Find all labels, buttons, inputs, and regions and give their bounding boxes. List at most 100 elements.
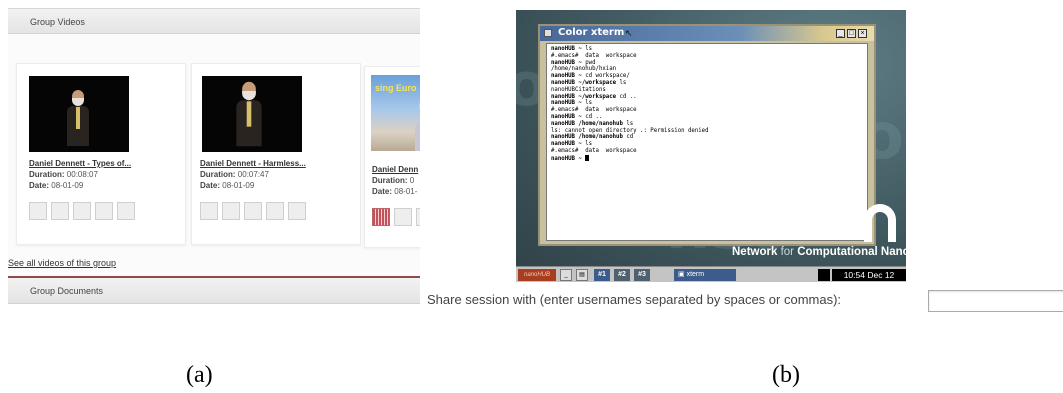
terminal-prompt: nanoHUB ~ [551, 100, 582, 107]
terminal-line: #.emacs# data workspace [551, 148, 863, 155]
terminal-text: pwd [581, 59, 596, 66]
minimize-all-icon[interactable]: _ [560, 269, 572, 281]
video-thumbnail[interactable] [29, 76, 129, 152]
terminal-prompt: nanoHUB /home/nanohub [551, 134, 623, 141]
rating-box[interactable] [416, 208, 420, 226]
duration-value: 00:08:07 [66, 170, 98, 179]
terminal-line: nanoHUB /home/nanohub ls [551, 121, 863, 128]
video-card[interactable]: Daniel Dennett - Types of... Duration: 0… [16, 63, 186, 245]
taskbar: nanoHUB _ ▤ #1 #2 #3 ▣ xterm 10:54 Dec 1… [516, 266, 906, 282]
video-duration: Duration: 00:08:07 [29, 170, 98, 179]
date-value: 08-01- [394, 187, 418, 196]
duration-label: Duration: [200, 170, 236, 179]
terminal-text: ls [581, 100, 593, 107]
terminal-line: nanoHUB ~ pwd [551, 60, 863, 67]
duration-label: Duration: [372, 176, 408, 185]
rating-boxes [29, 202, 135, 220]
video-title-link[interactable]: Daniel Denn [372, 165, 418, 174]
terminal-text: ls [581, 141, 593, 148]
rating-box[interactable] [51, 202, 69, 220]
video-thumbnail[interactable] [202, 76, 302, 152]
taskbar-xterm-button[interactable]: ▣ xterm [674, 269, 736, 281]
speaker-figure [236, 81, 262, 147]
network-brand-text: Network for Computational Nanc [732, 246, 906, 258]
close-icon[interactable]: × [858, 29, 867, 38]
mouse-pointer-icon: ↖ [625, 28, 633, 38]
date-value: 08-01-09 [222, 181, 255, 190]
video-duration: Duration: 0 [372, 176, 414, 185]
rating-box[interactable] [117, 202, 135, 220]
terminal-prompt: nanoHUB ~ [551, 59, 582, 66]
video-card[interactable]: Daniel Dennett - Harmless... Duration: 0… [191, 63, 361, 245]
clock: 10:54 Dec 12 [832, 269, 906, 281]
terminal-prompt: nanoHUB ~ [551, 155, 582, 162]
terminal-prompt: nanoHUB ~ [551, 73, 582, 80]
terminal-text: #.emacs# data workspace [551, 52, 637, 59]
video-date: Date: 08-01- [372, 187, 417, 196]
terminal-text: cd workspace/ [581, 73, 630, 80]
speaker-figure [67, 90, 89, 146]
workspace-2-button[interactable]: #2 [614, 269, 630, 281]
workspace-1-button[interactable]: #1 [594, 269, 610, 281]
terminal-prompt: nanoHUB ~/workspace [551, 79, 617, 86]
date-label: Date: [200, 181, 221, 190]
share-session-input[interactable] [928, 290, 1063, 312]
rating-box[interactable] [222, 202, 240, 220]
terminal-line: nanoHUB ~ [551, 154, 863, 163]
terminal-line: nanoHUB ~/workspace ls [551, 80, 863, 87]
terminal-text: ls [616, 79, 627, 86]
rating-box[interactable] [95, 202, 113, 220]
rating-box[interactable] [200, 202, 218, 220]
window-title: Color xterm [558, 27, 625, 38]
remote-desktop-session[interactable]: ocr rc oo nsc Color xterm ↖ _ □ × nanoHU… [516, 10, 906, 282]
video-card[interactable]: sing Euro Daniel Denn Duration: 0 Date: … [364, 66, 420, 248]
rating-box[interactable] [244, 202, 262, 220]
rating-box[interactable] [73, 202, 91, 220]
rating-box-selected[interactable] [372, 208, 390, 226]
video-duration: Duration: 00:07:47 [200, 170, 269, 179]
group-videos-header: Group Videos [8, 8, 420, 34]
workspace-3-button[interactable]: #3 [634, 269, 650, 281]
terminal-line: #.emacs# data workspace [551, 53, 863, 60]
group-page-screenshot: Group Videos Daniel Dennett - Types of..… [8, 8, 420, 306]
terminal-line: /home/nanohub/hxian [551, 66, 863, 73]
terminal-cursor [585, 154, 590, 161]
brand-for: for [780, 246, 794, 258]
maximize-icon[interactable]: □ [847, 29, 856, 38]
video-title-link[interactable]: Daniel Dennett - Harmless... [200, 159, 306, 168]
terminal-output[interactable]: nanoHUB ~ ls #.emacs# data workspace nanoH… [546, 43, 868, 241]
status-indicator [818, 269, 830, 281]
rating-box[interactable] [266, 202, 284, 220]
date-value: 08-01-09 [51, 181, 84, 190]
window-menu-icon[interactable] [544, 29, 552, 37]
terminal-text: cd [622, 134, 634, 141]
video-date: Date: 08-01-09 [200, 181, 254, 190]
video-title-link[interactable]: Daniel Dennett - Types of... [29, 159, 131, 168]
taskbar-window-label: xterm [686, 271, 705, 278]
terminal-line: nanoHUB /home/nanohub cd [551, 134, 863, 141]
xterm-titlebar[interactable]: Color xterm ↖ _ □ × [540, 26, 874, 41]
rating-boxes [372, 208, 420, 226]
terminal-line: nanoHUB ~ cd .. [551, 114, 863, 121]
terminal-text: ls [581, 46, 593, 52]
xterm-window[interactable]: Color xterm ↖ _ □ × nanoHUB ~ ls #.emacs#… [538, 24, 876, 246]
video-thumbnail[interactable]: sing Euro [371, 75, 420, 151]
rating-box[interactable] [29, 202, 47, 220]
terminal-text: ls: cannot open directory .: Permission … [551, 127, 709, 134]
brand-rest: Computational Nanc [797, 246, 906, 258]
see-all-videos-link[interactable]: See all videos of this group [8, 258, 116, 268]
caption-b: (b) [772, 362, 800, 388]
caption-a: (a) [186, 362, 213, 388]
terminal-line: nanoHUB ~ ls [551, 141, 863, 148]
terminal-text: /home/nanohub/hxian [551, 66, 617, 73]
terminal-line: nanoHUBCitations [551, 87, 863, 94]
terminal-launcher-icon[interactable]: ▤ [576, 269, 588, 281]
rating-box[interactable] [288, 202, 306, 220]
brand-network: Network [732, 246, 778, 258]
minimize-icon[interactable]: _ [836, 29, 845, 38]
duration-value: 00:07:47 [237, 170, 269, 179]
nanohub-start-button[interactable]: nanoHUB [518, 269, 556, 281]
terminal-line: nanoHUB ~ ls [551, 46, 863, 53]
rating-box[interactable] [394, 208, 412, 226]
nanohub-logo-icon [864, 204, 896, 242]
